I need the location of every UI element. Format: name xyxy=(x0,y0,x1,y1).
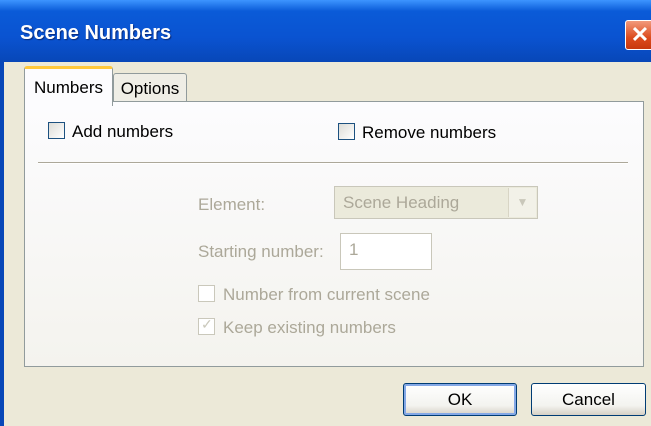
add-numbers-checkbox[interactable] xyxy=(48,122,65,139)
close-icon: ✕ xyxy=(630,22,650,47)
keep-existing-numbers-checkbox[interactable]: ✓ xyxy=(198,316,215,335)
ok-button[interactable]: OK xyxy=(403,383,517,416)
title-bar[interactable]: Scene Numbers ✕ xyxy=(0,0,651,62)
starting-number-value: 1 xyxy=(349,240,359,259)
tab-options[interactable]: Options xyxy=(113,73,187,101)
starting-number-field[interactable]: 1 xyxy=(340,233,432,270)
divider xyxy=(38,162,628,164)
element-select[interactable]: Scene Heading ▼ xyxy=(334,186,538,219)
remove-numbers-checkbox[interactable] xyxy=(338,123,355,140)
remove-numbers-label[interactable]: Remove numbers xyxy=(362,123,496,143)
keep-existing-numbers-label[interactable]: Keep existing numbers xyxy=(223,318,396,338)
tab-options-label: Options xyxy=(120,79,180,98)
element-label: Element: xyxy=(198,195,266,214)
number-from-current-scene-checkbox[interactable] xyxy=(198,285,215,302)
element-select-value: Scene Heading xyxy=(343,193,460,212)
window-title: Scene Numbers xyxy=(20,22,172,44)
tab-numbers[interactable]: Numbers xyxy=(24,66,113,106)
starting-number-label: Starting number: xyxy=(198,242,324,261)
cancel-button[interactable]: Cancel xyxy=(531,383,646,416)
close-button[interactable]: ✕ xyxy=(625,20,651,50)
checkmark-icon: ✓ xyxy=(201,316,213,332)
window-border xyxy=(0,62,4,426)
number-from-current-scene-label[interactable]: Number from current scene xyxy=(223,285,430,305)
chevron-down-icon[interactable]: ▼ xyxy=(508,188,536,217)
tab-numbers-label: Numbers xyxy=(34,78,103,97)
add-numbers-label[interactable]: Add numbers xyxy=(72,122,173,142)
